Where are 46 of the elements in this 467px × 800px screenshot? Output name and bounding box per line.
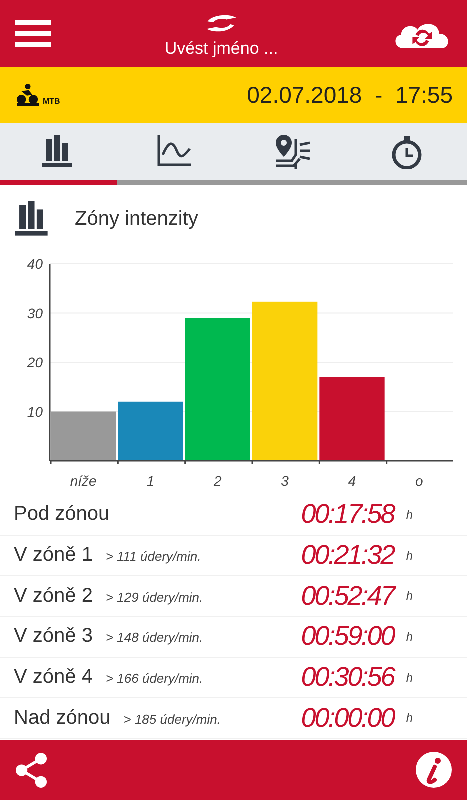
section-title: Zóny intenzity [75, 208, 198, 230]
zone-threshold: > 129 údery/min. [106, 590, 204, 605]
zone-label: V zóně 1 [14, 544, 93, 568]
time-unit: h [406, 589, 413, 604]
zone-label: V zóně 2 [14, 584, 93, 608]
zone-threshold: > 148 údery/min. [106, 630, 204, 646]
x-tick-label: 4 [348, 473, 356, 489]
zone-label: Pod zónou [14, 503, 110, 526]
menu-icon[interactable] [15, 20, 52, 47]
y-tick-label: 20 [27, 354, 43, 370]
time-unit: h [406, 630, 413, 644]
map-pin-icon [274, 134, 310, 168]
zone-time: 00:52:47 [301, 580, 394, 612]
zone-time: 00:59:00 [301, 621, 394, 652]
zone-time: 00:21:32 [301, 540, 394, 572]
x-tick-label: 1 [146, 473, 155, 489]
zone-label: Nad zónou [14, 706, 111, 730]
zone-label: V zóně 4 [14, 666, 93, 690]
info-icon[interactable] [416, 752, 452, 788]
bar [118, 402, 184, 461]
zone-time: 00:00:00 [301, 702, 394, 734]
zone-threshold: > 166 údery/min. [106, 671, 204, 686]
bar-chart-icon [13, 200, 50, 238]
y-tick-label: 40 [27, 256, 43, 272]
share-icon[interactable] [16, 752, 47, 788]
zone-time: 00:17:58 [301, 499, 394, 530]
line-chart-icon [157, 134, 194, 168]
time-unit: h [406, 670, 413, 685]
bar [51, 412, 116, 461]
zone-threshold: > 111 údery/min. [106, 549, 202, 564]
x-tick-label: 3 [281, 473, 289, 489]
zone-threshold: > 185 údery/min. [124, 712, 221, 727]
sport-label: MTB [43, 97, 60, 106]
x-tick-label: 2 [214, 473, 222, 489]
time-unit: h [406, 508, 413, 522]
zone-time: 00:30:56 [301, 662, 394, 694]
date-time: 02.07.2018 - 17:55 [247, 82, 453, 108]
name-field[interactable]: Uvést jméno ... [164, 39, 278, 59]
y-tick-label: 10 [27, 404, 43, 420]
y-tick-label: 30 [27, 305, 43, 322]
x-tick-label: o [416, 473, 424, 489]
zone-label: V zóně 3 [14, 625, 93, 648]
time-unit: h [406, 711, 413, 726]
time-unit: h [406, 548, 413, 563]
x-tick-label: níže [70, 473, 97, 489]
cyclist-icon [16, 84, 40, 106]
